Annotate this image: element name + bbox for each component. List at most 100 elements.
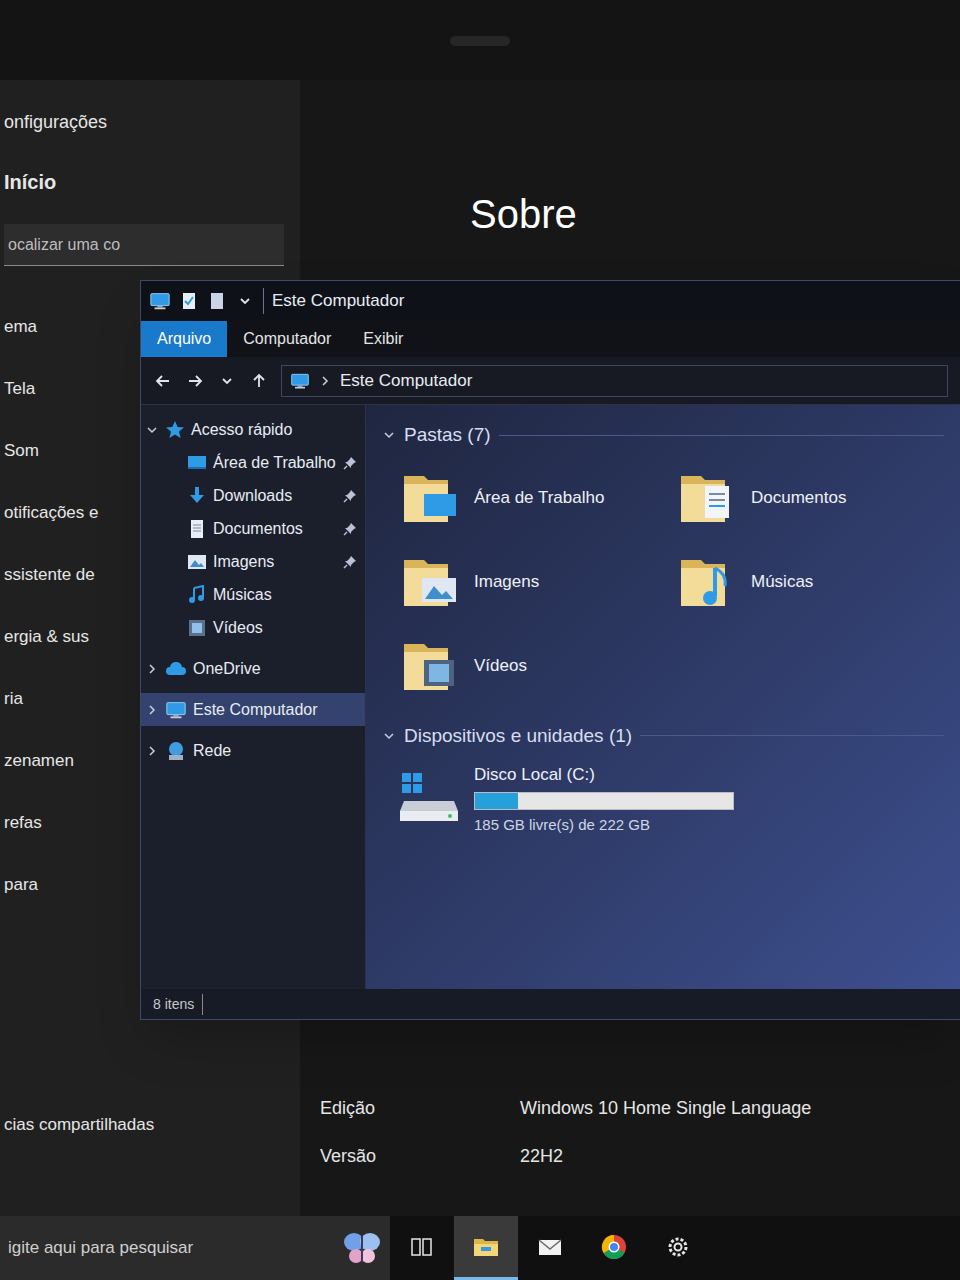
taskbar-app[interactable] [582,1216,646,1280]
folder-tile[interactable]: Músicas [675,546,928,618]
customize-toolbar-icon[interactable] [235,291,255,311]
folder-icon [398,466,462,530]
network-icon [165,740,187,762]
nav-item[interactable]: Acesso rápido [141,413,365,446]
nav-label: Downloads [213,484,337,508]
computer-icon [149,290,171,312]
desktop-icon [187,453,207,473]
star-icon [165,420,185,440]
nav-label: OneDrive [193,657,357,681]
video-icon [187,618,207,638]
settings-search[interactable]: ocalizar uma co [4,224,284,266]
taskbar-search-placeholder: igite aqui para pesquisar [8,1235,193,1261]
folder-tile[interactable]: Imagens [398,546,651,618]
pin-icon[interactable] [343,555,357,569]
nav-label: Acesso rápido [191,418,357,442]
drive-free-space: 185 GB livre(s) de 222 GB [474,814,734,837]
pin-icon[interactable] [343,456,357,470]
ribbon-tab[interactable]: Computador [227,321,347,357]
folder-icon [398,550,462,614]
nav-item[interactable]: Músicas [141,578,365,611]
content-pane: Pastas (7) Área de Trabalho Documentos Imag… [366,405,960,989]
taskbar-app[interactable] [646,1216,710,1280]
taskbar-app[interactable] [454,1216,518,1280]
task-view-icon[interactable] [408,1233,436,1261]
folder-label: Vídeos [474,653,527,679]
nav-item[interactable]: Área de Trabalho [141,446,365,479]
pin-icon[interactable] [343,522,357,536]
specs-table: EdiçãoWindows 10 Home Single LanguageVer… [320,1088,960,1176]
computer-icon [165,699,187,721]
nav-item[interactable]: Vídeos [141,611,365,644]
item-count: 8 itens [153,994,203,1015]
gear-icon[interactable] [664,1233,692,1261]
chrome-icon[interactable] [600,1233,628,1261]
title-bar: Este Computador [141,281,960,321]
taskbar-search[interactable]: igite aqui para pesquisar [0,1216,390,1280]
nav-label: Imagens [213,550,337,574]
search-placeholder: ocalizar uma co [8,233,120,257]
nav-label: Músicas [213,583,357,607]
nav-item[interactable]: Documentos [141,512,365,545]
screen: onfiguraçõesInícioocalizar uma coemaTela… [0,80,960,1280]
file-explorer-icon[interactable] [472,1233,500,1261]
address-bar[interactable]: Este Computador [281,365,948,397]
chevron-icon[interactable] [145,744,159,758]
chevron-icon[interactable] [382,729,396,743]
nav-item[interactable]: Este Computador [141,693,365,726]
new-folder-icon[interactable] [207,291,227,311]
nav-label: Área de Trabalho [213,451,337,475]
up-arrow-icon[interactable] [249,371,269,391]
settings-nav-item[interactable]: cias compartilhadas [0,1094,300,1156]
settings-title: onfigurações [0,100,300,144]
home-item[interactable]: Início [0,156,300,208]
folders-grid: Área de Trabalho Documentos Imagens Músicas… [382,462,944,702]
folder-icon [398,634,462,698]
properties-icon[interactable] [179,291,199,311]
spec-value: Windows 10 Home Single Language [520,1088,960,1128]
nav-item[interactable]: OneDrive [141,652,365,685]
taskbar-app[interactable] [390,1216,454,1280]
taskbar-app[interactable] [518,1216,582,1280]
photo-frame: onfiguraçõesInícioocalizar uma coemaTela… [0,0,960,1280]
nav-item[interactable]: Imagens [141,545,365,578]
nav-item[interactable]: Rede [141,734,365,767]
forward-arrow-icon[interactable] [185,371,205,391]
recent-locations-icon[interactable] [217,371,237,391]
folder-label: Documentos [751,485,846,511]
ribbon-tab[interactable]: Exibir [347,321,419,357]
folder-tile[interactable]: Documentos [675,462,928,534]
ribbon-tab[interactable]: Arquivo [141,321,227,357]
butterfly-icon [342,1230,382,1266]
taskbar: igite aqui para pesquisar [0,1216,960,1280]
chevron-icon[interactable] [145,662,159,676]
music-icon [187,585,207,605]
mail-icon[interactable] [536,1233,564,1261]
group-title: Dispositivos e unidades (1) [404,722,632,751]
drive-name: Disco Local (C:) [474,762,734,788]
folder-tile[interactable]: Vídeos [398,630,651,702]
cloud-icon [165,658,187,680]
folder-tile[interactable]: Área de Trabalho [398,462,651,534]
breadcrumb-chevron-icon[interactable] [318,374,332,388]
back-arrow-icon[interactable] [153,371,173,391]
navigation-pane: Acesso rápido Área de Trabalho Downloads Do… [141,405,366,989]
image-icon [187,552,207,572]
drive-usage-fill [475,793,518,809]
group-header[interactable]: Dispositivos e unidades (1) [382,722,944,751]
webcam [450,36,510,46]
folder-label: Músicas [751,569,813,595]
computer-icon [290,371,310,391]
drive-tile[interactable]: Disco Local (C:) 185 GB livre(s) de 222 G… [382,762,944,836]
nav-item[interactable]: Downloads [141,479,365,512]
status-bar: 8 itens [141,989,960,1019]
folder-icon [675,550,739,614]
file-explorer-window: Este Computador ArquivoComputadorExibir Es… [140,280,960,1020]
chevron-icon[interactable] [145,703,159,717]
group-header[interactable]: Pastas (7) [382,421,944,450]
pin-icon[interactable] [343,489,357,503]
chevron-icon[interactable] [382,428,396,442]
window-title: Este Computador [263,288,404,314]
chevron-icon[interactable] [145,423,159,437]
folder-icon [675,466,739,530]
